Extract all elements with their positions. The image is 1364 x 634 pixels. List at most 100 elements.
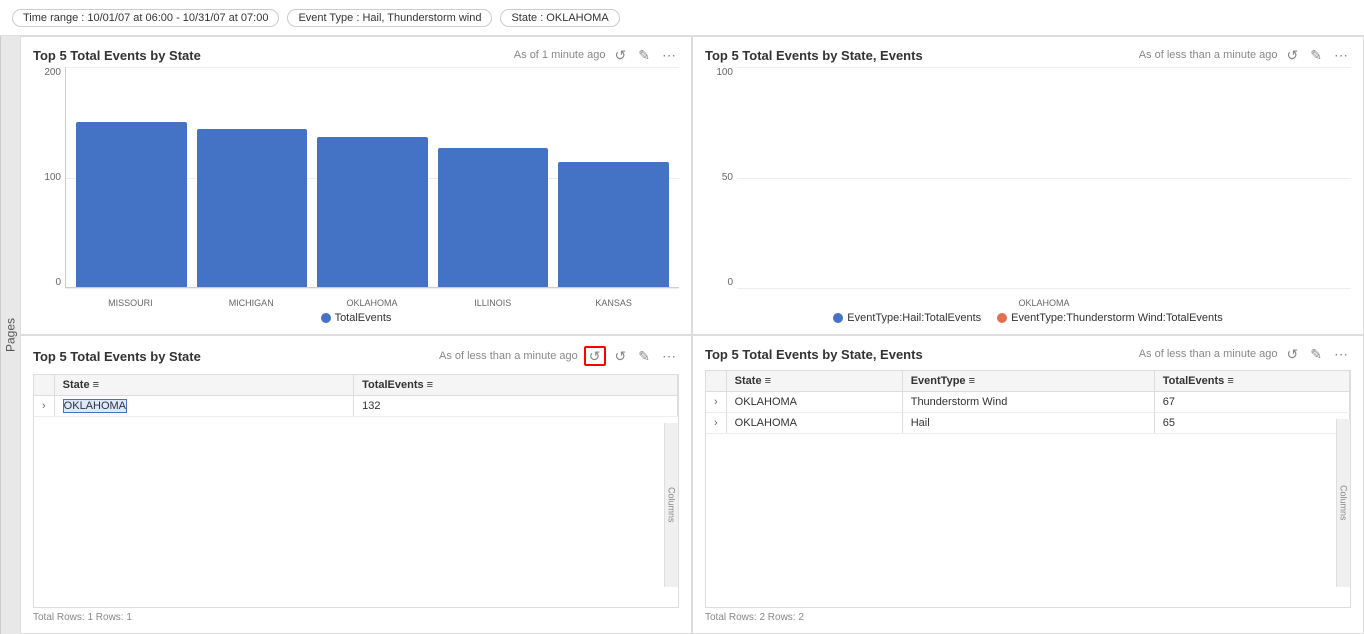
eventtype-cell-r2: Hail <box>902 413 1154 434</box>
event-type-filter[interactable]: Event Type : Hail, Thunderstorm wind <box>287 9 492 27</box>
pages-tab[interactable]: Pages <box>0 36 20 634</box>
data-table-bottom-left: State ≡ TotalEvents ≡ › OKLAHOMA 132 <box>34 375 678 417</box>
legend-dot-blue <box>321 313 331 323</box>
legend-dot-orange <box>997 313 1007 323</box>
expand-cell[interactable]: › <box>34 396 54 417</box>
table-body-bottom-left: › OKLAHOMA 132 <box>34 396 678 417</box>
panel-bottom-right-footer: Total Rows: 2 Rows: 2 <box>705 612 1351 623</box>
panel-top-left-header: Top 5 Total Events by State As of 1 minu… <box>33 47 679 63</box>
panel-bottom-left-timestamp: As of less than a minute ago <box>439 350 578 362</box>
panel-bottom-left-footer: Total Rows: 1 Rows: 1 <box>33 612 679 623</box>
panel-top-left-timestamp: As of 1 minute ago <box>514 49 606 61</box>
edit-button-top-right[interactable]: ✎ <box>1307 47 1325 63</box>
totalevents-cell-r1: 67 <box>1154 392 1349 413</box>
filter-icon-state: ≡ <box>93 379 99 391</box>
panel-top-right-header: Top 5 Total Events by State, Events As o… <box>705 47 1351 63</box>
table-head-bottom-right: State ≡ EventType ≡ TotalEvents ≡ <box>706 371 1350 392</box>
totalevents-col-header[interactable]: TotalEvents ≡ <box>354 375 678 396</box>
expand-cell-r1[interactable]: › <box>706 392 726 413</box>
filter-icon-totalevents: ≡ <box>427 379 433 391</box>
legend-totalevents: TotalEvents <box>321 312 392 324</box>
x-labels-top-left: MISSOURI MICHIGAN OKLAHOMA ILLINOIS KANS… <box>65 298 679 308</box>
refresh-button-bottom-right[interactable]: ↺ <box>1284 346 1302 362</box>
more-button-top-left[interactable]: ⋯ <box>659 47 679 63</box>
eventtype-cell-r1: Thunderstorm Wind <box>902 392 1154 413</box>
expand-icon-r2[interactable]: › <box>714 417 718 429</box>
panel-top-left-title: Top 5 Total Events by State <box>33 48 201 63</box>
columns-sidebar-bottom-left[interactable]: Columns <box>664 423 678 587</box>
bar-kansas <box>558 67 669 287</box>
top-bar: Time range : 10/01/07 at 06:00 - 10/31/0… <box>0 0 1364 36</box>
state-cell: OKLAHOMA <box>54 396 353 417</box>
table-row[interactable]: › OKLAHOMA Hail 65 <box>706 413 1350 434</box>
y-axis-top-right: 100 50 0 <box>705 67 733 288</box>
table-body-bottom-right: › OKLAHOMA Thunderstorm Wind 67 › OKLAHO… <box>706 392 1350 434</box>
legend-thunderstorm: EventType:Thunderstorm Wind:TotalEvents <box>997 312 1223 324</box>
bar-illinois <box>438 67 549 287</box>
panel-bottom-left-header: Top 5 Total Events by State As of less t… <box>33 346 679 366</box>
expand-col-header-right <box>706 371 726 392</box>
table-row[interactable]: › OKLAHOMA 132 <box>34 396 678 417</box>
refresh-button-top-left[interactable]: ↺ <box>612 47 630 63</box>
refresh-button-bottom-left-2[interactable]: ↺ <box>612 348 630 364</box>
panel-bottom-left-meta: As of less than a minute ago ↺ ↺ ✎ ⋯ <box>439 346 679 366</box>
filter-icon-state-right: ≡ <box>765 375 771 387</box>
panel-bottom-right-meta: As of less than a minute ago ↺ ✎ ⋯ <box>1139 346 1351 362</box>
expand-icon[interactable]: › <box>42 400 46 412</box>
legend-top-left: TotalEvents <box>33 312 679 324</box>
state-col-header[interactable]: State ≡ <box>54 375 353 396</box>
expand-col-header <box>34 375 54 396</box>
panel-top-right-title: Top 5 Total Events by State, Events <box>705 48 923 63</box>
chart-area-top-right: 100 50 0 OKLAHOMA <box>705 67 1351 308</box>
bar-missouri <box>76 67 187 287</box>
bars-top-left <box>65 67 679 288</box>
table-head-bottom-left: State ≡ TotalEvents ≡ <box>34 375 678 396</box>
panel-bottom-right: Top 5 Total Events by State, Events As o… <box>692 335 1364 634</box>
panel-top-left-meta: As of 1 minute ago ↺ ✎ ⋯ <box>514 47 679 63</box>
table-bottom-right: State ≡ EventType ≡ TotalEvents ≡ › OKLA… <box>705 370 1351 608</box>
panel-top-right-timestamp: As of less than a minute ago <box>1139 49 1278 61</box>
panel-bottom-right-title: Top 5 Total Events by State, Events <box>705 347 923 362</box>
y-axis-top-left: 200 100 0 <box>33 67 61 288</box>
refresh-button-bottom-left-highlighted[interactable]: ↺ <box>584 346 606 366</box>
main-content: Top 5 Total Events by State As of 1 minu… <box>20 36 1364 634</box>
panel-top-left: Top 5 Total Events by State As of 1 minu… <box>20 36 692 335</box>
totalevents-cell-r2: 65 <box>1154 413 1349 434</box>
more-button-bottom-left[interactable]: ⋯ <box>659 348 679 364</box>
edit-button-bottom-left[interactable]: ✎ <box>635 348 653 364</box>
expand-cell-r2[interactable]: › <box>706 413 726 434</box>
edit-button-top-left[interactable]: ✎ <box>635 47 653 63</box>
more-button-top-right[interactable]: ⋯ <box>1331 47 1351 63</box>
panel-top-right-meta: As of less than a minute ago ↺ ✎ ⋯ <box>1139 47 1351 63</box>
edit-button-bottom-right[interactable]: ✎ <box>1307 346 1325 362</box>
time-range-filter[interactable]: Time range : 10/01/07 at 06:00 - 10/31/0… <box>12 9 279 27</box>
panel-bottom-left: Top 5 Total Events by State As of less t… <box>20 335 692 634</box>
panel-bottom-right-timestamp: As of less than a minute ago <box>1139 348 1278 360</box>
panel-top-right: Top 5 Total Events by State, Events As o… <box>692 36 1364 335</box>
state-cell-r1: OKLAHOMA <box>726 392 902 413</box>
legend-top-right: EventType:Hail:TotalEvents EventType:Thu… <box>705 312 1351 324</box>
state-cell-r2: OKLAHOMA <box>726 413 902 434</box>
bars-top-right <box>737 67 1351 288</box>
state-filter[interactable]: State : OKLAHOMA <box>500 9 619 27</box>
chart-area-top-left: 200 100 0 <box>33 67 679 308</box>
filter-icon-totalevents-right: ≡ <box>1227 375 1233 387</box>
table-row[interactable]: › OKLAHOMA Thunderstorm Wind 67 <box>706 392 1350 413</box>
bar-oklahoma <box>317 67 428 287</box>
totalevents-col-header-right[interactable]: TotalEvents ≡ <box>1154 371 1349 392</box>
table-header-row-bottom-left: State ≡ TotalEvents ≡ <box>34 375 678 396</box>
state-col-header-right[interactable]: State ≡ <box>726 371 902 392</box>
more-button-bottom-right[interactable]: ⋯ <box>1331 346 1351 362</box>
columns-sidebar-bottom-right[interactable]: Columns <box>1336 419 1350 587</box>
table-bottom-left: State ≡ TotalEvents ≡ › OKLAHOMA 132 Col… <box>33 374 679 608</box>
eventtype-col-header[interactable]: EventType ≡ <box>902 371 1154 392</box>
state-value: OKLAHOMA <box>63 399 127 413</box>
table-header-row-bottom-right: State ≡ EventType ≡ TotalEvents ≡ <box>706 371 1350 392</box>
expand-icon-r1[interactable]: › <box>714 396 718 408</box>
panel-bottom-right-header: Top 5 Total Events by State, Events As o… <box>705 346 1351 362</box>
refresh-button-top-right[interactable]: ↺ <box>1284 47 1302 63</box>
bar-michigan <box>197 67 308 287</box>
totalevents-cell: 132 <box>354 396 678 417</box>
x-labels-top-right: OKLAHOMA <box>737 298 1351 308</box>
legend-hail: EventType:Hail:TotalEvents <box>833 312 981 324</box>
